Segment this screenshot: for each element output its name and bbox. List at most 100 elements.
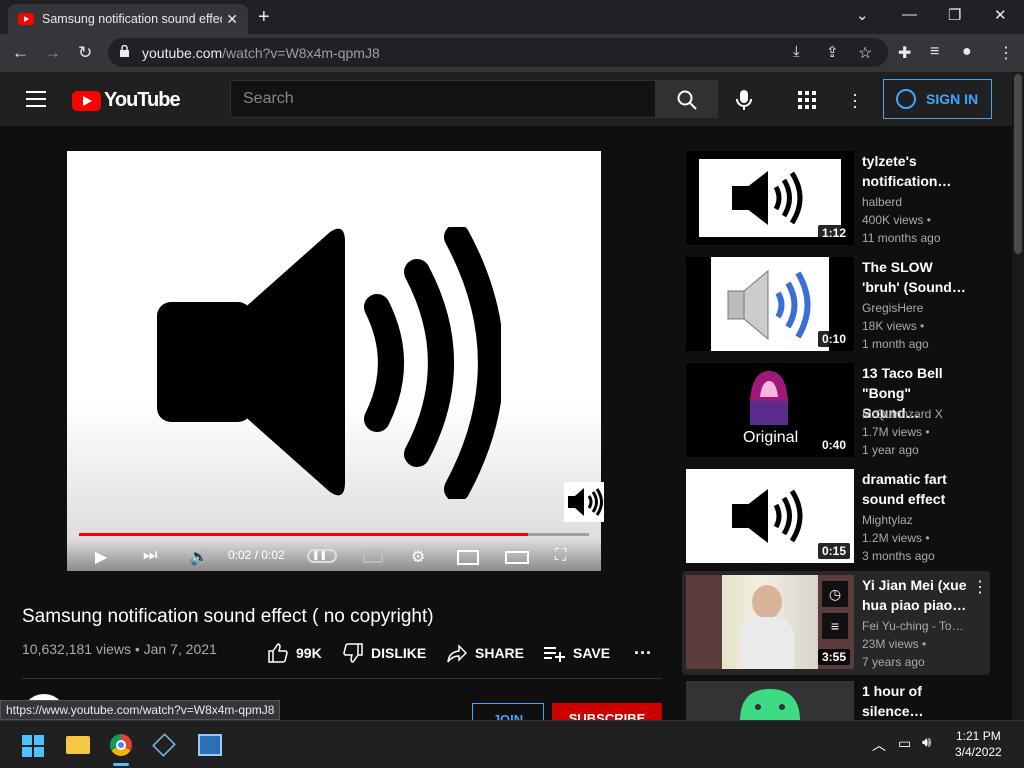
recommendation-menu-icon[interactable]: ⋮ [972,577,988,597]
watch-later-icon[interactable]: ◷ [822,581,848,607]
close-window-icon[interactable]: ✕ [994,6,1007,24]
recommendation-title[interactable]: tylzete's notification… [862,151,972,191]
virtualbox-icon[interactable] [152,733,176,757]
theater-mode-icon[interactable] [505,551,529,564]
album-cover-image [722,575,818,669]
recommendation-item[interactable]: 0:10 The SLOW'bruh' (Sound… GregisHere 1… [686,257,996,351]
add-to-playlist-icon [544,647,565,662]
search-box[interactable] [230,80,656,118]
save-button[interactable]: SAVE [543,643,610,663]
windows-start-icon[interactable] [22,735,44,757]
next-icon[interactable]: ⏭ [143,547,157,565]
video-meta: 10,632,181 views • Jan 7, 2021 [22,641,217,657]
restore-icon[interactable]: ❐ [948,6,961,24]
clock[interactable]: 1:21 PM 3/4/2022 [955,728,1002,760]
profile-icon[interactable]: ● [962,43,972,61]
like-button[interactable]: 99K [268,643,322,663]
recommendation-item[interactable]: 1:12 tylzete's notification… halberd 400K… [686,151,996,245]
recommendation-title[interactable]: dramatic fart sound effect [862,469,972,509]
recommendation-channel[interactable]: GregisHere [862,301,982,315]
add-to-queue-icon[interactable]: ≡ [822,613,848,639]
address-bar[interactable]: youtube.com/watch?v=W8x4m-qpmJ8 [108,38,888,67]
recommendation-thumbnail[interactable] [686,681,854,720]
recommendation-title[interactable]: 1 hour of silence… [862,681,972,720]
browser-tab-strip: Samsung notification sound effect ( no c… [0,0,1024,34]
captions-icon[interactable] [363,550,383,563]
hamburger-menu-icon[interactable] [26,91,46,107]
dislike-button[interactable]: DISLIKE [343,643,426,663]
video-player[interactable]: ▶ ⏭ 🔊 0:02 / 0:02 ❚❚ ⚙ ⛶ [67,151,601,571]
back-icon[interactable]: ← [12,43,29,63]
bookmark-star-icon[interactable]: ☆ [858,43,872,63]
vm-window-icon[interactable] [198,734,222,756]
sign-in-button[interactable]: SIGN IN [883,79,992,119]
recommendation-channel[interactable]: Fei Yu-ching - To… [862,619,982,633]
chrome-menu-icon[interactable]: ⋮ [998,43,1014,63]
recommendation-age: 11 months ago [862,231,941,245]
tray-overflow-icon[interactable]: ︿ [872,735,886,755]
recommendation-title[interactable]: Yi Jian Mei (xue hua piao piao… [862,575,972,615]
progress-bar[interactable] [79,533,589,536]
apps-grid-icon[interactable] [798,91,816,109]
thumbs-up-icon [268,643,288,663]
recommendation-item[interactable]: ◷ ≡ 3:55 Yi Jian Mei (xue hua piao piao… … [686,575,996,669]
recommendation-views: 1.7M views • [862,425,930,439]
volume-icon[interactable]: 🔊 [189,547,209,567]
recommendation-thumbnail[interactable]: Original 0:40 [686,363,854,457]
share-page-icon[interactable]: ⇪ [826,43,839,61]
share-button[interactable]: SHARE [447,643,524,663]
recommendation-channel[interactable]: halberd [862,195,982,209]
search-icon [677,90,697,110]
progress-fill [79,533,528,536]
page-scrollbar[interactable] [1012,72,1024,720]
youtube-header: YouTube ··· SIGN IN [0,72,1012,126]
media-control-icon[interactable]: ≡ [930,43,939,61]
android-logo-icon [740,689,800,720]
thumbs-down-icon [343,643,363,663]
miniplayer-icon[interactable] [457,550,479,565]
volume-tray-icon[interactable]: 🔊︎ [922,734,931,751]
microphone-icon[interactable] [734,89,754,111]
taco-bell-logo-icon [750,371,788,425]
settings-gear-icon[interactable]: ⚙ [411,547,425,567]
file-explorer-icon[interactable] [66,736,90,754]
youtube-logo[interactable]: YouTube [72,89,181,112]
network-icon[interactable]: ▭ [898,735,911,752]
search-input[interactable] [231,81,655,117]
recommendation-age: 3 months ago [862,549,935,563]
close-tab-icon[interactable]: ✕ [226,11,238,28]
search-button[interactable] [656,80,718,118]
tab-search-icon[interactable]: ⌄ [856,6,869,24]
recommendation-channel[interactable]: MrQuinnzard X [862,407,982,421]
recommendation-age: 1 month ago [862,337,929,351]
recommendation-thumbnail[interactable]: 0:15 [686,469,854,563]
install-app-icon[interactable]: ⤓ [793,43,800,60]
browser-tab[interactable]: Samsung notification sound effect ( no c… [8,4,248,34]
url-text: youtube.com/watch?v=W8x4m-qpmJ8 [142,45,380,61]
reload-icon[interactable]: ↻ [78,43,92,63]
chrome-taskbar-icon[interactable] [110,734,132,756]
minimize-icon[interactable]: — [902,6,917,23]
speaker-icon [732,171,803,225]
recommendation-views: 400K views • [862,213,931,227]
forward-icon[interactable]: → [44,43,61,63]
recommendation-item[interactable]: 1 hour of silence… [686,681,996,720]
recommendation-item[interactable]: Original 0:40 13 Taco Bell "Bong" Sound… … [686,363,996,457]
youtube-favicon-icon [18,13,34,25]
recommendation-channel[interactable]: Mightylaz [862,513,982,527]
recommendation-title[interactable]: The SLOW'bruh' (Sound… [862,257,972,297]
recommendation-thumbnail[interactable]: 0:10 [686,257,854,351]
browser-toolbar: ← → ↻ youtube.com/watch?v=W8x4m-qpmJ8 ⤓ … [0,34,1024,72]
recommendation-item[interactable]: 0:15 dramatic fart sound effect Mightylaz… [686,469,996,563]
new-tab-icon[interactable]: + [258,6,270,29]
recommendation-thumbnail[interactable]: ◷ ≡ 3:55 [686,575,854,669]
thumbnail-caption: Original [743,429,799,446]
more-actions-icon[interactable]: ··· [634,643,652,664]
settings-dots-icon[interactable]: · · · [852,85,858,115]
autoplay-toggle[interactable]: ❚❚ [307,549,337,563]
recommendation-thumbnail[interactable]: 1:12 [686,151,854,245]
share-icon [447,644,467,663]
play-icon[interactable]: ▶ [95,547,107,567]
extensions-icon[interactable]: ✚ [898,43,911,63]
fullscreen-icon[interactable]: ⛶ [555,547,566,565]
